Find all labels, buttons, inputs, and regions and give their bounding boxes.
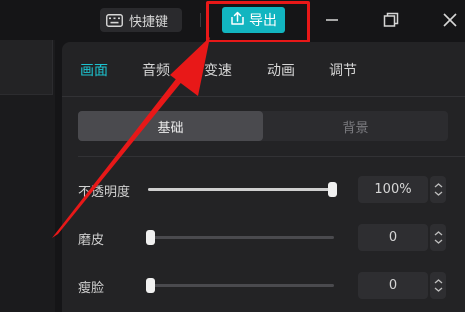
face-slimming-stepper[interactable] (430, 272, 446, 299)
skin-smoothing-slider[interactable] (146, 230, 334, 245)
skin-smoothing-value-field[interactable]: 0 (358, 224, 428, 251)
opacity-slider[interactable] (148, 182, 337, 197)
sub-tab-background[interactable]: 背景 (263, 111, 448, 141)
opacity-slider-fill (148, 188, 332, 191)
shortcut-label: 快捷键 (129, 14, 169, 30)
tab-animation[interactable]: 动画 (267, 60, 295, 80)
chevron-up-icon (434, 279, 442, 284)
skin-smoothing-slider-thumb[interactable] (146, 230, 155, 245)
left-pane-header (0, 40, 53, 95)
face-slimming-label: 瘦脸 (78, 281, 105, 296)
chevron-down-icon (434, 191, 442, 196)
face-slimming-slider-thumb[interactable] (146, 278, 155, 293)
keyboard-icon (106, 13, 123, 27)
tab-bar: 画面 音频 变速 动画 调节 (62, 42, 465, 97)
tab-picture[interactable]: 画面 (80, 60, 108, 80)
skin-smoothing-label: 磨皮 (78, 233, 105, 248)
tab-adjust[interactable]: 调节 (329, 60, 357, 80)
chevron-down-icon (434, 287, 442, 292)
face-slimming-value-field[interactable]: 0 (358, 272, 428, 299)
opacity-value-field[interactable]: 100% (358, 176, 428, 203)
sub-tab-basic[interactable]: 基础 (78, 111, 263, 141)
section-divider (78, 156, 465, 157)
opacity-slider-thumb[interactable] (328, 182, 337, 197)
tab-audio[interactable]: 音频 (142, 60, 170, 80)
shortcut-button[interactable]: 快捷键 (100, 8, 182, 32)
tab-speed[interactable]: 变速 (204, 60, 232, 80)
skin-smoothing-stepper[interactable] (430, 224, 446, 251)
minimize-icon[interactable] (322, 10, 342, 30)
chevron-up-icon (434, 231, 442, 236)
face-slimming-slider[interactable] (146, 278, 334, 293)
title-bar: 快捷键 导出 (0, 0, 465, 43)
sub-tab-switch: 基础 背景 (78, 111, 448, 141)
close-icon[interactable] (440, 10, 460, 30)
titlebar-divider (200, 13, 201, 27)
chevron-down-icon (434, 239, 442, 244)
left-pane (0, 40, 55, 312)
export-highlight-box (206, 1, 310, 43)
opacity-stepper[interactable] (430, 176, 446, 203)
properties-panel: 画面 音频 变速 动画 调节 基础 背景 不透明度 100% 磨皮 0 瘦脸 0 (62, 42, 465, 312)
restore-window-icon[interactable] (381, 10, 401, 30)
opacity-label: 不透明度 (78, 185, 131, 200)
chevron-up-icon (434, 183, 442, 188)
